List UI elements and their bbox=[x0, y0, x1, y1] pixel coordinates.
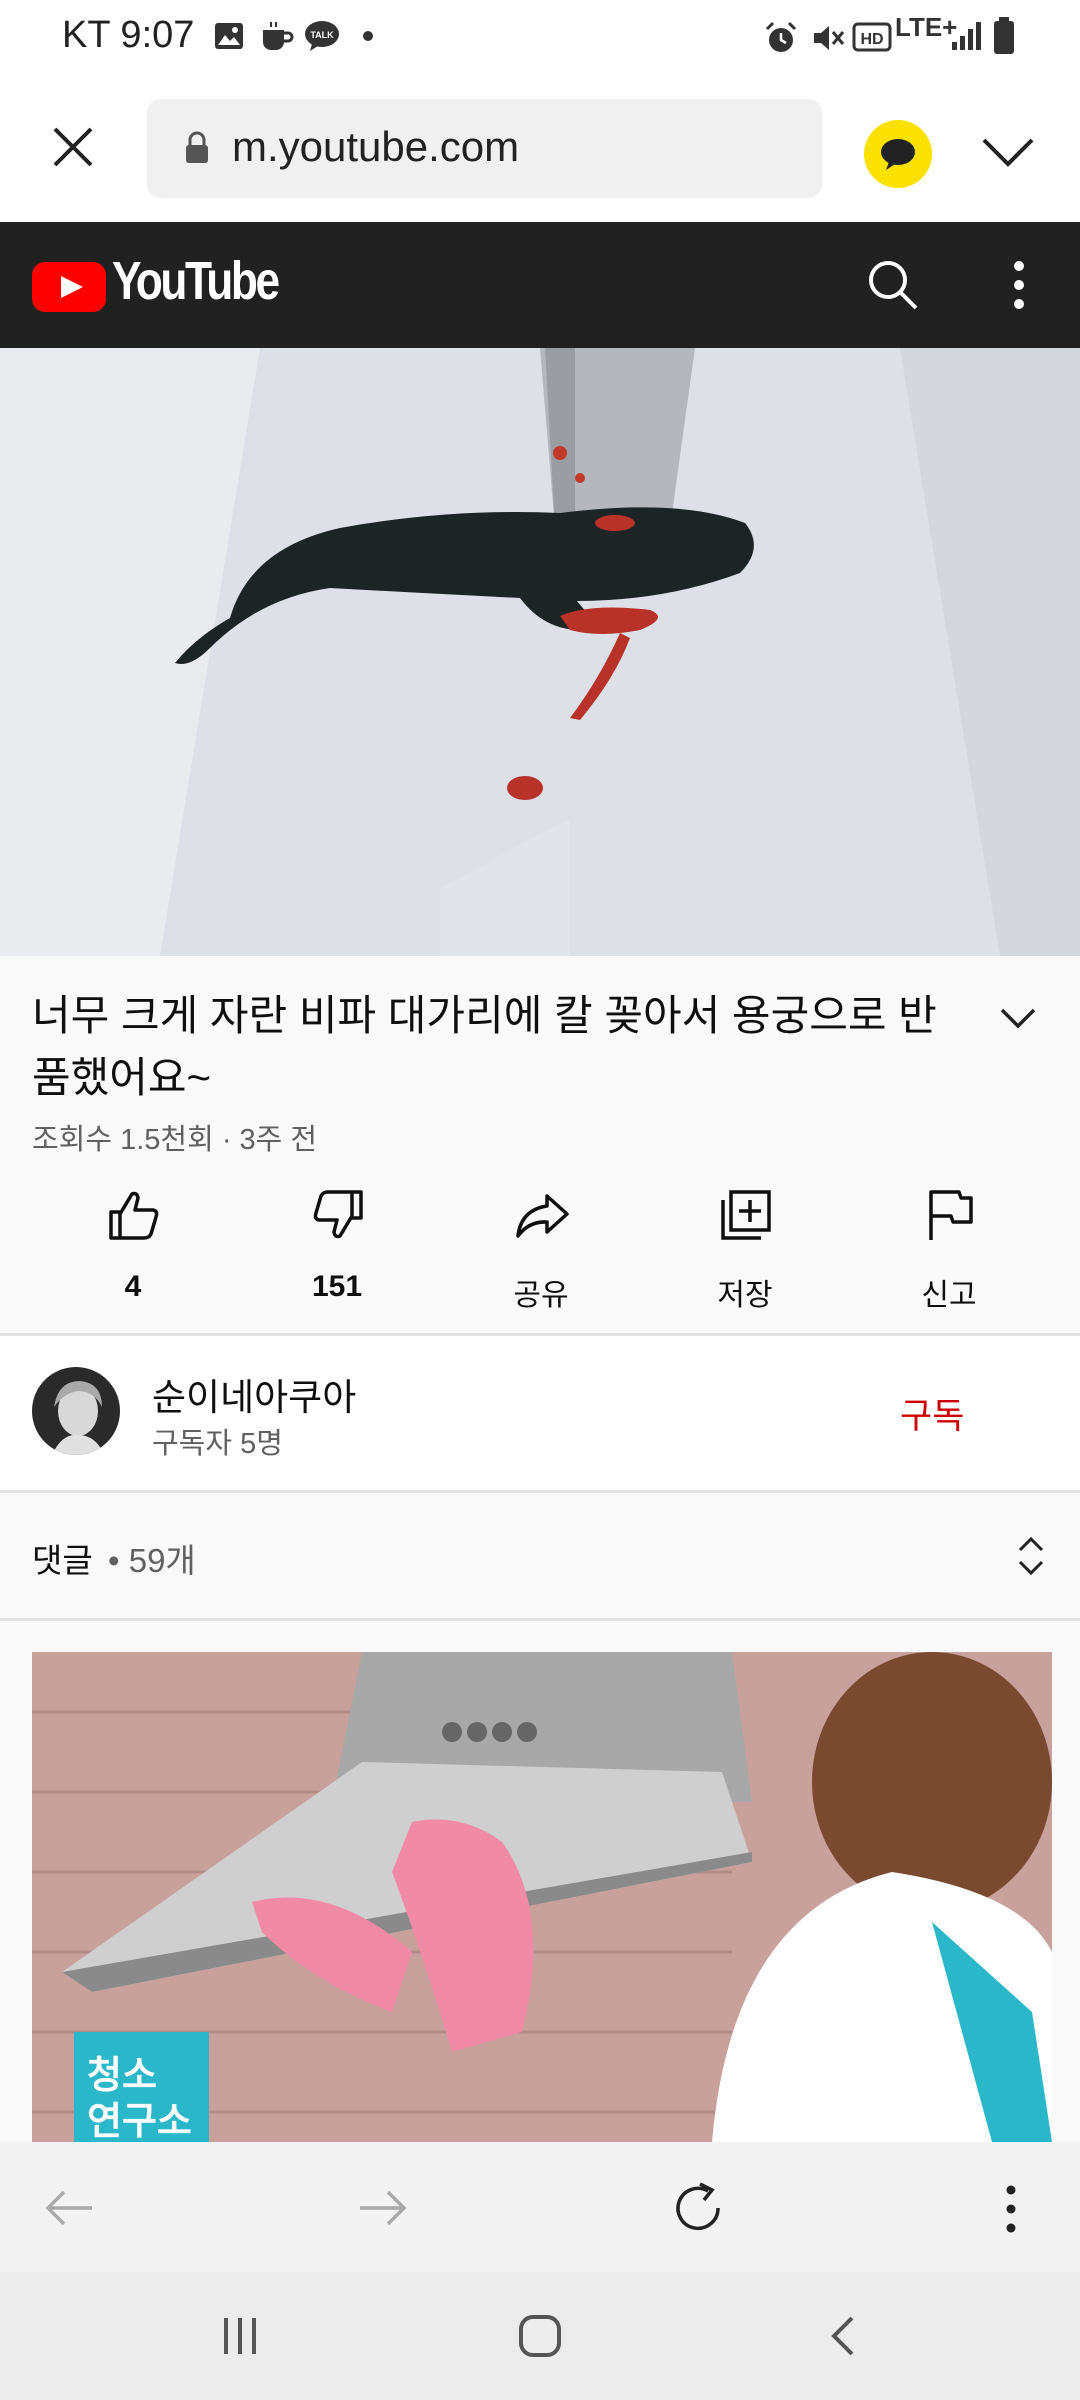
browser-toolbar: m.youtube.com bbox=[0, 78, 1080, 222]
video-player[interactable] bbox=[0, 348, 1080, 956]
hd-label: HD bbox=[860, 31, 883, 48]
save-label: 저장 bbox=[717, 1279, 773, 1312]
dislike-icon bbox=[313, 1190, 363, 1239]
youtube-header: YouTube bbox=[0, 222, 1080, 348]
more-options-icon[interactable] bbox=[1012, 260, 1026, 310]
network-type-label: LTE+ bbox=[895, 12, 958, 42]
report-label: 신고 bbox=[921, 1279, 977, 1312]
lock-icon bbox=[186, 131, 208, 163]
hd-voice-icon: HD bbox=[852, 22, 892, 52]
mute-icon bbox=[814, 26, 845, 50]
system-navigation-bar bbox=[0, 2272, 1080, 2400]
video-thumbnail bbox=[0, 348, 1080, 956]
channel-name[interactable]: 순이네아쿠아 bbox=[152, 1367, 356, 1421]
expand-description-icon[interactable] bbox=[998, 1006, 1038, 1032]
expand-collapse-icon[interactable] bbox=[1016, 1535, 1046, 1577]
comments-count: • 59개 bbox=[108, 1542, 196, 1579]
search-icon[interactable] bbox=[866, 258, 920, 312]
system-back-icon[interactable] bbox=[828, 2314, 856, 2358]
like-count: 4 bbox=[124, 1270, 142, 1303]
save-icon bbox=[721, 1190, 771, 1240]
battery-icon bbox=[994, 17, 1014, 54]
share-label: 공유 bbox=[513, 1279, 569, 1312]
comments-label: 댓글 bbox=[32, 1542, 93, 1579]
like-button[interactable]: 4 bbox=[33, 1188, 233, 1308]
kakao-chat-icon[interactable] bbox=[862, 118, 934, 190]
reload-icon[interactable] bbox=[670, 2180, 726, 2236]
browser-bottom-bar bbox=[0, 2142, 1080, 2272]
share-icon bbox=[516, 1194, 569, 1238]
back-arrow-icon[interactable] bbox=[42, 2186, 96, 2230]
status-bar: KT 9:07 TALK HD LTE+ bbox=[0, 0, 1080, 78]
browser-menu-icon[interactable] bbox=[1004, 2184, 1018, 2234]
url-text: m.youtube.com bbox=[232, 123, 520, 170]
channel-avatar[interactable] bbox=[32, 1367, 120, 1455]
like-icon bbox=[109, 1191, 159, 1240]
home-icon[interactable] bbox=[518, 2314, 562, 2358]
notification-dot-icon bbox=[363, 31, 373, 41]
save-button[interactable]: 저장 bbox=[645, 1188, 845, 1312]
report-button[interactable]: 신고 bbox=[849, 1188, 1049, 1312]
youtube-wordmark[interactable]: YouTube bbox=[112, 250, 280, 312]
coffee-icon bbox=[263, 22, 294, 50]
alarm-icon bbox=[765, 21, 797, 52]
ad-image bbox=[32, 1652, 1052, 2142]
chevron-down-icon[interactable] bbox=[980, 134, 1036, 170]
address-bar[interactable]: m.youtube.com bbox=[147, 99, 822, 198]
dislike-button[interactable]: 151 bbox=[237, 1188, 437, 1308]
video-meta: 조회수 1.5천회 · 3주 전 bbox=[32, 1124, 318, 1156]
dislike-count: 151 bbox=[311, 1270, 363, 1303]
youtube-logo-icon[interactable] bbox=[32, 262, 106, 312]
divider bbox=[0, 1618, 1080, 1621]
subscribe-button[interactable]: 구독 bbox=[900, 1388, 964, 1439]
ad-banner[interactable]: 청소 연구소 bbox=[32, 1652, 1052, 2142]
talk-badge: TALK bbox=[310, 30, 334, 40]
signal-icon bbox=[952, 22, 981, 50]
recent-apps-icon[interactable] bbox=[220, 2316, 260, 2356]
video-title[interactable]: 너무 크게 자란 비파 대가리에 칼 꽂아서 용궁으로 반품했어요~ bbox=[32, 985, 962, 1109]
status-carrier-time: KT 9:07 bbox=[62, 14, 195, 56]
gallery-icon bbox=[215, 23, 243, 49]
ad-text-line2: 연구소 bbox=[87, 2101, 192, 2142]
report-icon bbox=[929, 1190, 973, 1240]
share-button[interactable]: 공유 bbox=[441, 1188, 641, 1312]
subscriber-count: 구독자 5명 bbox=[152, 1428, 283, 1460]
kakaotalk-icon: TALK bbox=[305, 21, 339, 51]
forward-arrow-icon[interactable] bbox=[356, 2186, 410, 2230]
close-tab-icon[interactable] bbox=[50, 124, 96, 170]
